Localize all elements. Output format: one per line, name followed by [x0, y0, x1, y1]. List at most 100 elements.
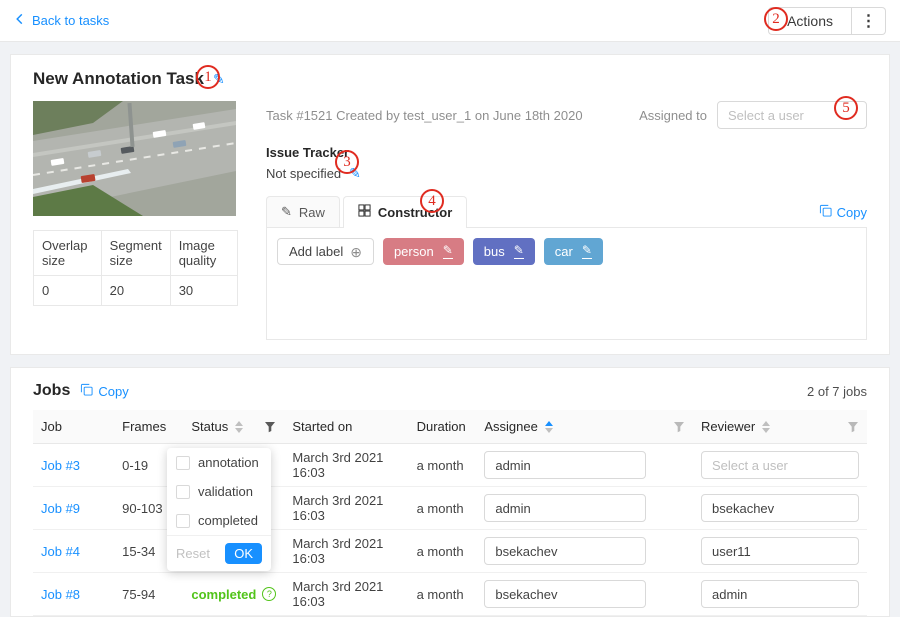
task-preview-image — [33, 101, 236, 216]
reviewer-input[interactable] — [701, 580, 859, 608]
edit-label-icon[interactable]: ✎ — [443, 244, 453, 258]
duration-cell: a month — [409, 487, 477, 530]
assignee-filter-icon[interactable] — [673, 421, 685, 433]
job-link[interactable]: Job #8 — [41, 587, 80, 602]
jobs-table: Job Frames Status Started on Duration — [33, 410, 867, 616]
job-link[interactable]: Job #4 — [41, 544, 80, 559]
started-on-cell: March 3rd 2021 16:03 — [284, 487, 408, 530]
tutorial-step-2-marker: 2 — [764, 7, 788, 31]
job-link[interactable]: Job #3 — [41, 458, 80, 473]
tutorial-step-5-marker: 5 — [834, 96, 858, 120]
table-row: Job #9 90-103 March 3rd 2021 16:03 a mon… — [33, 487, 867, 530]
filter-option-completed[interactable]: completed — [167, 506, 271, 535]
overlap-size-value: 0 — [34, 276, 102, 306]
started-on-cell: March 3rd 2021 16:03 — [284, 444, 408, 487]
status-filter-dropdown: annotation validation completed Reset OK — [167, 448, 271, 571]
reviewer-filter-icon[interactable] — [847, 421, 859, 433]
tab-constructor[interactable]: Constructor — [343, 196, 467, 228]
started-on-cell: March 3rd 2021 16:03 — [284, 573, 408, 616]
status-cell: completed — [191, 587, 256, 602]
task-meta-text: Task #1521 Created by test_user_1 on Jun… — [266, 108, 583, 123]
pencil-icon: ✎ — [281, 204, 292, 220]
label-tag-person[interactable]: person ✎ — [383, 238, 464, 265]
copy-icon — [819, 204, 832, 220]
column-frames: Frames — [114, 410, 183, 444]
question-circle-icon[interactable]: ? — [262, 587, 276, 601]
reviewer-input[interactable] — [701, 494, 859, 522]
copy-labels-label: Copy — [837, 205, 867, 220]
label-tag-person-name: person — [394, 244, 434, 259]
edit-label-icon[interactable]: ✎ — [582, 244, 592, 258]
tab-raw-label: Raw — [299, 205, 325, 220]
jobs-table-header-row: Job Frames Status Started on Duration — [33, 410, 867, 444]
reviewer-sort-icon[interactable] — [762, 421, 770, 433]
assigned-to-label: Assigned to — [639, 108, 707, 123]
segment-size-header: Segment size — [101, 231, 170, 276]
edit-label-icon[interactable]: ✎ — [514, 244, 524, 258]
vertical-ellipsis-icon: ⋮ — [861, 13, 877, 30]
duration-cell: a month — [409, 530, 477, 573]
issue-tracker-value: Not specified — [266, 166, 341, 181]
column-status[interactable]: Status — [183, 410, 284, 444]
column-job: Job — [33, 410, 114, 444]
label-tag-bus[interactable]: bus ✎ — [473, 238, 535, 265]
label-constructor-panel: Add label ⊕ person ✎ bus ✎ car ✎ — [266, 228, 867, 340]
column-assignee[interactable]: Assignee — [476, 410, 693, 444]
checkbox[interactable] — [176, 514, 190, 528]
reset-filter-button[interactable]: Reset — [176, 546, 210, 561]
overlap-size-header: Overlap size — [34, 231, 102, 276]
ok-filter-button[interactable]: OK — [225, 543, 262, 564]
back-to-tasks-link[interactable]: Back to tasks — [14, 13, 109, 28]
assignee-input[interactable] — [484, 580, 646, 608]
labels-tabs: ✎ Raw Constructor Copy — [266, 196, 867, 228]
status-filter-icon[interactable] — [264, 421, 276, 433]
label-tag-bus-name: bus — [484, 244, 505, 259]
tutorial-step-3-marker: 3 — [335, 150, 359, 174]
copy-labels-link[interactable]: Copy — [819, 204, 867, 220]
status-sort-icon[interactable] — [235, 421, 243, 433]
assignee-input[interactable] — [484, 494, 646, 522]
table-row: Job #8 75-94 completed ? March 3rd 2021 … — [33, 573, 867, 616]
assignee-input[interactable] — [484, 451, 646, 479]
filter-option-validation[interactable]: validation — [167, 477, 271, 506]
add-label-label: Add label — [289, 244, 343, 259]
task-title: New Annotation Task — [33, 69, 204, 89]
job-link[interactable]: Job #9 — [41, 501, 80, 516]
column-duration: Duration — [409, 410, 477, 444]
started-on-cell: March 3rd 2021 16:03 — [284, 530, 408, 573]
tutorial-step-1-marker: 1 — [196, 65, 220, 89]
label-tag-car[interactable]: car ✎ — [544, 238, 603, 265]
plus-circle-icon: ⊕ — [350, 245, 362, 259]
column-reviewer[interactable]: Reviewer — [693, 410, 867, 444]
frames-cell: 75-94 — [114, 573, 183, 616]
checkbox[interactable] — [176, 485, 190, 499]
task-parameters-table: Overlap size Segment size Image quality … — [33, 230, 238, 306]
reviewer-input[interactable] — [701, 537, 859, 565]
duration-cell: a month — [409, 573, 477, 616]
label-tag-car-name: car — [555, 244, 573, 259]
add-label-button[interactable]: Add label ⊕ — [277, 238, 374, 265]
table-row: Job #3 0-19 March 3rd 2021 16:03 a month — [33, 444, 867, 487]
copy-jobs-label: Copy — [98, 384, 128, 399]
column-started-on: Started on — [284, 410, 408, 444]
filter-option-annotation[interactable]: annotation — [167, 448, 271, 477]
jobs-card: Jobs Copy 2 of 7 jobs Job Frames Status — [10, 367, 890, 617]
assignee-sort-icon[interactable] — [545, 421, 553, 433]
tab-raw[interactable]: ✎ Raw — [266, 196, 340, 227]
reviewer-input[interactable] — [701, 451, 859, 479]
jobs-count: 2 of 7 jobs — [807, 384, 867, 399]
assignee-input[interactable] — [484, 537, 646, 565]
back-chevron-icon — [14, 13, 25, 28]
copy-jobs-link[interactable]: Copy — [80, 383, 128, 399]
segment-size-value: 20 — [101, 276, 170, 306]
image-quality-value: 30 — [170, 276, 237, 306]
back-to-tasks-label: Back to tasks — [32, 13, 109, 28]
task-details-card: New Annotation Task ✎ — [10, 54, 890, 355]
tutorial-step-4-marker: 4 — [420, 189, 444, 213]
checkbox[interactable] — [176, 456, 190, 470]
table-row: Job #4 15-34 March 3rd 2021 16:03 a mont… — [33, 530, 867, 573]
constructor-icon — [358, 204, 371, 220]
jobs-title: Jobs — [33, 382, 70, 400]
image-quality-header: Image quality — [170, 231, 237, 276]
more-actions-button[interactable]: ⋮ — [852, 7, 886, 35]
